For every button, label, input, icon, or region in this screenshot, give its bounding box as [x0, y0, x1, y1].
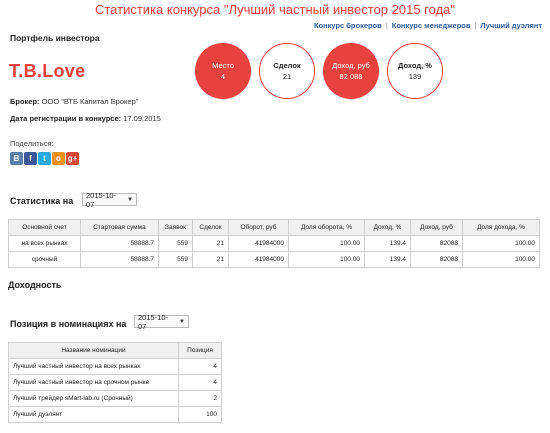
- stat-circle-income-rub: Доход, руб 82 088: [323, 43, 379, 99]
- column-header: Сделок: [192, 219, 229, 236]
- google-plus-icon[interactable]: g+: [66, 152, 79, 165]
- stats-date-value: 2015-10-07: [86, 190, 117, 209]
- stat-value: 21: [282, 72, 292, 81]
- table-row: Лучший дуэлянт 100: [8, 406, 222, 423]
- portfolio-heading: Портфель инвестора: [10, 33, 100, 43]
- table-cell: 82088: [410, 251, 463, 268]
- table-cell: 139.4: [364, 251, 411, 268]
- table-cell: 58888.7: [80, 251, 159, 268]
- table-cell: 100.00: [288, 251, 365, 268]
- table-cell: 139.4: [364, 235, 411, 252]
- column-header: Доля оборота, %: [288, 219, 365, 236]
- stat-label: Доход, руб: [332, 61, 370, 70]
- stat-label: Сделок: [273, 61, 301, 70]
- link-manager-contest[interactable]: Конкурс менеджеров: [392, 21, 471, 30]
- stat-value: 82 088: [339, 72, 363, 81]
- table-cell: 58888.7: [80, 235, 159, 252]
- table-cell: 100.00: [462, 235, 540, 252]
- share-label: Поделиться:: [10, 139, 54, 148]
- table-cell: 100.00: [462, 251, 540, 268]
- table-cell: 2: [178, 390, 222, 407]
- table-cell: Лучший частный инвестор на всех рынках: [8, 358, 179, 375]
- table-row: на всех рынках 58888.7 559 21 41984000 1…: [8, 235, 540, 252]
- nominations-table: Название номинации Позиция Лучший частны…: [8, 342, 222, 423]
- column-header: Доход, руб: [410, 219, 463, 236]
- table-cell: 82088: [410, 235, 463, 252]
- table-cell: 4: [178, 358, 222, 375]
- table-cell: 100.00: [288, 235, 365, 252]
- nominations-date-value: 2015-10-07: [138, 312, 169, 331]
- column-header: Оборот, руб: [228, 219, 289, 236]
- broker-line: Брокер: ООО "ВТБ Капитал Брокер": [10, 97, 138, 106]
- page-title: Статистика конкурса "Лучший частный инве…: [94, 2, 456, 17]
- table-cell: 41984000: [228, 235, 289, 252]
- table-cell: 21: [192, 251, 229, 268]
- yield-heading: Доходность: [8, 280, 62, 290]
- stats-heading: Статистика на: [10, 196, 74, 206]
- stat-circle-place: Место 4: [195, 43, 251, 99]
- registration-label: Дата регистрации в конкурсе:: [10, 114, 122, 123]
- stat-label: Доход, %: [398, 61, 432, 70]
- link-best-duelist[interactable]: Лучший дуэлянт: [480, 21, 542, 30]
- twitter-icon[interactable]: t: [38, 152, 51, 165]
- share-icons: В f t o g+: [10, 152, 79, 165]
- link-separator: |: [474, 21, 477, 30]
- table-cell: Лучший дуэлянт: [8, 406, 179, 423]
- stat-value: 4: [220, 72, 226, 81]
- table-cell: 559: [158, 251, 193, 268]
- table-row: Лучший частный инвестор на срочном рынке…: [8, 374, 222, 391]
- table-header-row: Название номинации Позиция: [8, 342, 222, 359]
- table-row: Лучший трейдер sMart-lab.ru (Срочный) 2: [8, 390, 222, 407]
- table-cell: 4: [178, 374, 222, 391]
- facebook-icon[interactable]: f: [24, 152, 37, 165]
- column-header: Основной счет: [8, 219, 81, 236]
- table-row: срочный 58888.7 559 21 41984000 100.00 1…: [8, 251, 540, 268]
- stats-date-select[interactable]: 2015-10-07 ▼: [82, 190, 137, 209]
- vk-icon[interactable]: В: [10, 152, 23, 165]
- table-cell: срочный: [8, 251, 81, 268]
- link-separator: |: [385, 21, 388, 30]
- column-header: Стартовая сумма: [80, 219, 159, 236]
- registration-value: 17.09.2015: [123, 114, 161, 123]
- table-cell: 21: [192, 235, 229, 252]
- stat-circle-income-pct: Доход, % 139: [387, 43, 443, 99]
- stat-value: 139: [408, 72, 422, 81]
- table-cell: 559: [158, 235, 193, 252]
- column-header: Доля дохода, %: [462, 219, 540, 236]
- column-header: Позиция: [178, 342, 222, 359]
- table-cell: 100: [178, 406, 222, 423]
- table-cell: Лучший трейдер sMart-lab.ru (Срочный): [8, 390, 179, 407]
- stat-circle-deals: Сделок 21: [259, 43, 315, 99]
- table-cell: 41984000: [228, 251, 289, 268]
- stats-table: Основной счет Стартовая сумма Заявок Сде…: [8, 219, 540, 268]
- column-header: Название номинации: [8, 342, 179, 359]
- top-links: Конкурс брокеров | Конкурс менеджеров | Лучш…: [314, 21, 542, 30]
- nominations-date-select[interactable]: 2015-10-07 ▼: [134, 312, 189, 331]
- table-cell: Лучший частный инвестор на срочном рынке: [8, 374, 179, 391]
- chevron-down-icon: ▼: [179, 318, 185, 325]
- table-cell: на всех рынках: [8, 235, 81, 252]
- stat-label: Место: [212, 61, 234, 70]
- broker-label: Брокер:: [10, 97, 40, 106]
- column-header: Заявок: [158, 219, 193, 236]
- table-header-row: Основной счет Стартовая сумма Заявок Сде…: [8, 219, 540, 236]
- table-row: Лучший частный инвестор на всех рынках 4: [8, 358, 222, 375]
- nominations-heading: Позиция в номинациях на: [10, 319, 127, 329]
- column-header: Доход, %: [364, 219, 411, 236]
- registration-line: Дата регистрации в конкурсе: 17.09.2015: [10, 114, 161, 123]
- link-broker-contest[interactable]: Конкурс брокеров: [314, 21, 382, 30]
- investor-name: T.B.Love: [9, 61, 86, 81]
- broker-value: ООО "ВТБ Капитал Брокер": [41, 97, 139, 106]
- chevron-down-icon: ▼: [127, 196, 133, 203]
- odnoklassniki-icon[interactable]: o: [52, 152, 65, 165]
